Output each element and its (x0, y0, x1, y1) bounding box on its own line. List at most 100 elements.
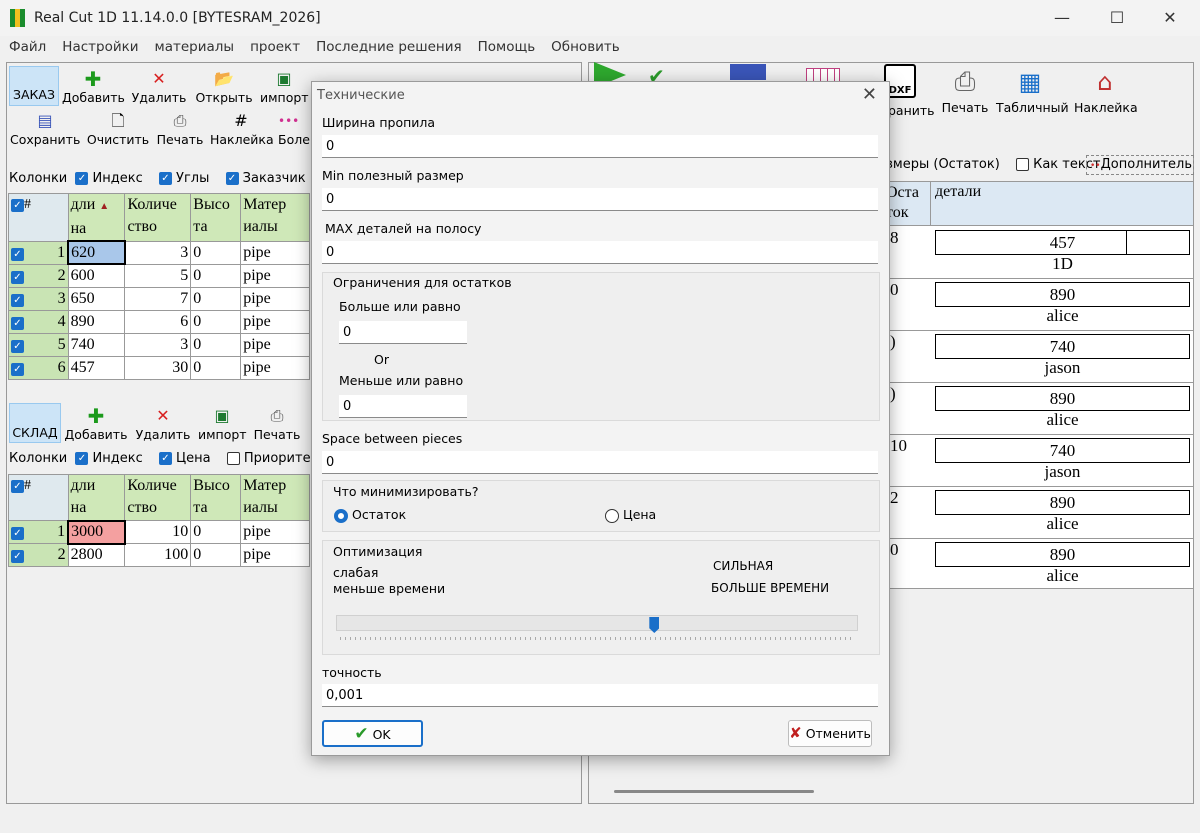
piece-cell[interactable]: 890 (935, 542, 1190, 567)
select-all-checkbox[interactable]: ✓ (11, 198, 24, 212)
height-cell[interactable]: 0 (190, 263, 242, 288)
minimize-button[interactable]: — (1040, 6, 1084, 30)
stock-print-button[interactable]: ⎙ Печать (252, 405, 302, 442)
qty-cell[interactable]: 6 (124, 309, 192, 334)
order-add-button[interactable]: ✚ Добавить (62, 68, 125, 105)
length-cell[interactable]: 3000 (67, 519, 126, 545)
header-material[interactable]: Матер иалы (240, 474, 310, 521)
index-checkbox[interactable]: ✓ (75, 172, 89, 185)
table-row[interactable]: ✓ 2 2800 100 0 pipe (8, 543, 310, 567)
header-index[interactable]: ✓ # (8, 193, 69, 242)
qty-cell[interactable]: 3 (124, 332, 192, 357)
menu-settings[interactable]: Настройки (62, 37, 138, 57)
order-clear-button[interactable]: 🗋 Очистить (86, 110, 150, 147)
precision-input[interactable]: 0,001 (322, 684, 878, 707)
menu-update[interactable]: Обновить (551, 37, 620, 57)
header-quantity[interactable]: Количе ство (124, 474, 192, 521)
table-row[interactable]: ✓ 1 620 3 0 pipe (8, 240, 310, 265)
row-index[interactable]: ✓ 2 (8, 543, 69, 567)
min-size-input[interactable]: 0 (322, 188, 878, 211)
length-cell[interactable]: 600 (67, 263, 126, 288)
material-cell[interactable]: pipe (240, 543, 310, 567)
ok-button[interactable]: ✔ OK (322, 720, 423, 747)
piece-cell[interactable]: 890 (935, 282, 1190, 307)
material-cell[interactable]: pipe (240, 286, 310, 311)
length-cell[interactable]: 457 (67, 355, 126, 380)
table-view-icon[interactable] (806, 68, 840, 82)
angles-checkbox[interactable]: ✓ (158, 172, 172, 185)
customer-checkbox[interactable]: ✓ (225, 172, 239, 185)
table-row[interactable]: ✓ 6 457 30 0 pipe (8, 355, 310, 380)
height-cell[interactable]: 0 (190, 309, 242, 334)
menu-project[interactable]: проект (250, 37, 300, 57)
material-cell[interactable]: pipe (240, 309, 310, 334)
order-import-button[interactable]: ▣ импорт (260, 68, 309, 105)
row-index[interactable]: ✓ 1 (8, 240, 69, 265)
table-row[interactable]: ✓ 2 600 5 0 pipe (8, 263, 310, 288)
ge-input[interactable]: 0 (339, 321, 467, 344)
piece-cell[interactable]: 740 (935, 334, 1190, 359)
menu-recent[interactable]: Последние решения (316, 37, 462, 57)
header-length[interactable]: дли на (67, 474, 126, 521)
table-row[interactable]: ✓ 4 890 6 0 pipe (8, 309, 310, 334)
height-cell[interactable]: 0 (190, 355, 242, 380)
horizontal-scrollbar[interactable] (614, 790, 814, 793)
piece-cell[interactable]: 457 (935, 230, 1190, 255)
price-checkbox[interactable]: ✓ (158, 452, 172, 465)
cancel-button[interactable]: ✘ Отменить (788, 720, 872, 747)
qty-cell[interactable]: 100 (124, 543, 192, 567)
material-cell[interactable]: pipe (240, 263, 310, 288)
order-more-button[interactable]: ••• Боле (278, 110, 310, 147)
piece-cell[interactable]: 890 (935, 386, 1190, 411)
qty-cell[interactable]: 30 (124, 355, 192, 380)
right-save-label[interactable]: ранить (888, 103, 935, 118)
save-icon[interactable] (730, 64, 766, 80)
price-radio[interactable]: Цена (605, 507, 656, 523)
optimization-slider[interactable] (336, 615, 858, 633)
header-height[interactable]: Высо та (190, 193, 242, 242)
row-index[interactable]: ✓ 4 (8, 309, 69, 334)
length-cell[interactable]: 740 (67, 332, 126, 357)
index-checkbox[interactable]: ✓ (75, 452, 89, 465)
material-cell[interactable]: pipe (240, 332, 310, 357)
material-cell[interactable]: pipe (240, 520, 310, 544)
order-print-button[interactable]: ⎙ Печать (154, 110, 206, 147)
select-all-checkbox[interactable]: ✓ (11, 479, 24, 493)
order-label-button[interactable]: # Наклейка (210, 110, 274, 147)
order-save-button[interactable]: ▤ Сохранить (10, 110, 80, 147)
length-cell[interactable]: 650 (67, 286, 126, 311)
header-index[interactable]: ✓ # (8, 474, 69, 521)
menu-help[interactable]: Помощь (478, 37, 536, 57)
length-cell[interactable]: 2800 (67, 543, 126, 567)
row-index[interactable]: ✓ 2 (8, 263, 69, 288)
height-cell[interactable]: 0 (190, 520, 242, 544)
qty-cell[interactable]: 5 (124, 263, 192, 288)
length-cell[interactable]: 890 (67, 309, 126, 334)
height-cell[interactable]: 0 (190, 332, 242, 357)
row-index[interactable]: ✓ 5 (8, 332, 69, 357)
table-row[interactable]: ✓ 1 3000 10 0 pipe (8, 519, 310, 545)
close-button[interactable]: ✕ (1148, 6, 1192, 30)
stock-delete-button[interactable]: ✕ Удалить (134, 405, 192, 442)
qty-cell[interactable]: 3 (124, 240, 192, 265)
more-options-button[interactable]: ••Дополнительны (1086, 155, 1194, 175)
height-cell[interactable]: 0 (190, 286, 242, 311)
maximize-button[interactable]: ☐ (1095, 6, 1139, 30)
row-index[interactable]: ✓ 1 (8, 520, 69, 544)
priority-checkbox[interactable] (226, 452, 240, 465)
tab-order[interactable]: ЗАКАЗ (9, 66, 59, 106)
header-height[interactable]: Высо та (190, 474, 242, 521)
menu-file[interactable]: Файл (9, 37, 46, 57)
table-row[interactable]: ✓ 5 740 3 0 pipe (8, 332, 310, 357)
tabular-button[interactable]: ▦ Табличный (996, 64, 1069, 115)
header-quantity[interactable]: Количе ство (124, 193, 192, 242)
header-material[interactable]: Матер иалы (240, 193, 310, 242)
piece-cell[interactable]: 890 (935, 490, 1190, 515)
qty-cell[interactable]: 7 (124, 286, 192, 311)
le-input[interactable]: 0 (339, 395, 467, 418)
qty-cell[interactable]: 10 (124, 520, 192, 544)
dialog-close-icon[interactable]: ✕ (862, 84, 877, 105)
height-cell[interactable]: 0 (190, 240, 242, 265)
length-cell[interactable]: 620 (67, 240, 126, 265)
remainder-radio[interactable]: Остаток (334, 507, 406, 523)
